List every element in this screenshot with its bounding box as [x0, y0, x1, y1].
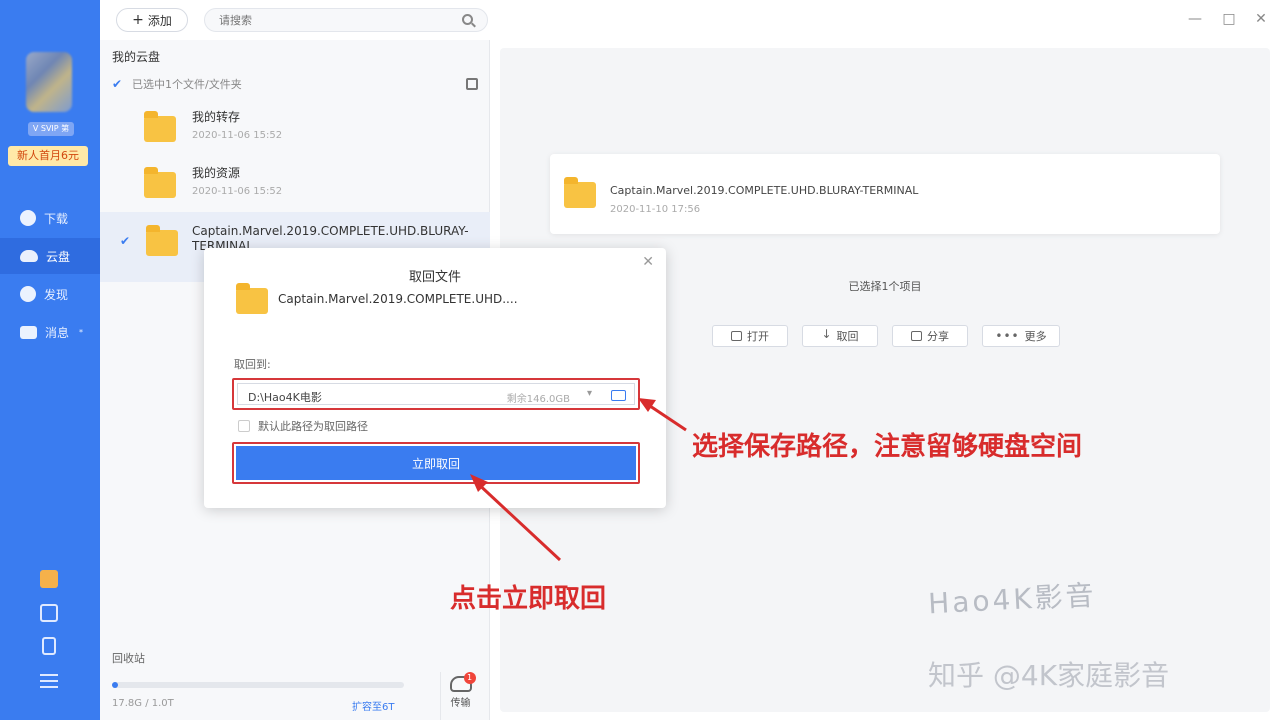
- detail-card: Captain.Marvel.2019.COMPLETE.UHD.BLURAY-…: [550, 154, 1220, 234]
- phone-icon[interactable]: [42, 637, 56, 655]
- add-button-label: 添加: [147, 13, 172, 28]
- folder-icon: [144, 111, 176, 142]
- zhihu-watermark: 知乎 @4K家庭影音: [928, 659, 1170, 692]
- menu-icon[interactable]: [40, 674, 58, 688]
- app-sidebar: V SVIP 第 新人首月6元 下载 云盘 发现 消息 *: [0, 0, 100, 720]
- nav-cloud[interactable]: 云盘: [0, 238, 100, 274]
- file-date: 2020-11-06 15:52: [192, 130, 283, 141]
- cloud-transfer-icon: 1: [449, 672, 476, 692]
- nav-discover-label: 发现: [44, 287, 69, 302]
- click-hint-annotation: 点击立即取回: [450, 584, 607, 614]
- box-icon[interactable]: [40, 604, 58, 622]
- folder-open-icon: [731, 331, 742, 341]
- default-path-option[interactable]: 默认此路径为取回路径: [238, 418, 368, 434]
- folder-icon: [146, 225, 178, 256]
- transfer-button[interactable]: 1 传输: [440, 672, 480, 720]
- search-input[interactable]: [219, 9, 449, 32]
- nav-cloud-label: 云盘: [46, 249, 71, 264]
- avatar[interactable]: [26, 52, 72, 112]
- file-name: 我的资源: [192, 166, 241, 180]
- more-button[interactable]: ••• 更多: [982, 325, 1060, 347]
- vip-badge[interactable]: V SVIP 第: [28, 122, 74, 136]
- more-label: 更多: [1024, 330, 1047, 343]
- top-bar: + 添加 — □ ✕: [100, 0, 1280, 40]
- file-row[interactable]: 我的转存 2020-11-06 15:52: [100, 98, 490, 156]
- folder-icon: [236, 283, 268, 314]
- retrieve-button[interactable]: 取回: [802, 325, 878, 347]
- recycle-bin[interactable]: 回收站: [112, 650, 145, 666]
- nav-message-label: 消息: [45, 325, 70, 340]
- selection-row: ✔ 已选中1个文件/文件夹: [112, 74, 478, 94]
- row-check-icon[interactable]: ✔: [120, 234, 130, 248]
- quota-text: 17.8G / 1.0T: [112, 698, 174, 709]
- browse-folder-icon[interactable]: [611, 390, 626, 401]
- save-to-label: 取回到:: [234, 358, 271, 371]
- open-button[interactable]: 打开: [712, 325, 788, 347]
- dialog-close-icon[interactable]: ✕: [642, 254, 654, 270]
- path-highlight: D:\Hao4K电影 剩余146.0GB ▾: [232, 378, 640, 410]
- search-box[interactable]: [204, 8, 488, 32]
- share-label: 分享: [927, 330, 949, 343]
- close-button[interactable]: ✕: [1252, 10, 1270, 28]
- retrieve-dialog: 取回文件 ✕ Captain.Marvel.2019.COMPLETE.UHD.…: [204, 248, 666, 508]
- download-arrow-icon: [822, 327, 832, 341]
- quota-fill: [112, 682, 118, 688]
- discover-icon: [20, 286, 36, 302]
- share-icon: [911, 331, 922, 341]
- free-space: 剩余146.0GB: [506, 394, 570, 405]
- nav-message[interactable]: 消息 *: [0, 314, 100, 350]
- nav-download-label: 下载: [44, 211, 69, 226]
- transfer-badge: 1: [463, 672, 476, 684]
- grid-view-icon[interactable]: [466, 78, 478, 90]
- panel-title: 我的云盘: [112, 50, 161, 64]
- transfer-label: 传输: [450, 698, 471, 709]
- open-label: 打开: [747, 330, 769, 343]
- confirm-highlight: 立即取回: [232, 442, 640, 484]
- chevron-down-icon[interactable]: ▾: [587, 388, 592, 399]
- share-button[interactable]: 分享: [892, 325, 968, 347]
- selection-text: 已选中1个文件/文件夹: [132, 78, 242, 91]
- path-hint-annotation: 选择保存路径，注意留够硬盘空间: [692, 432, 1083, 462]
- file-row[interactable]: 我的资源 2020-11-06 15:52: [100, 154, 490, 212]
- detail-file-date: 2020-11-10 17:56: [610, 204, 701, 215]
- download-icon: [20, 210, 36, 226]
- minimize-button[interactable]: —: [1186, 10, 1204, 28]
- gift-icon[interactable]: [40, 570, 58, 588]
- add-button[interactable]: + 添加: [116, 8, 188, 32]
- plus-icon: +: [132, 12, 144, 28]
- folder-icon: [144, 167, 176, 198]
- path-value: D:\Hao4K电影: [248, 391, 322, 404]
- message-icon: [20, 325, 37, 339]
- save-path-select[interactable]: D:\Hao4K电影 剩余146.0GB ▾: [237, 383, 635, 405]
- folder-icon: [564, 177, 596, 208]
- message-badge: *: [79, 327, 84, 337]
- retrieve-label: 取回: [836, 330, 859, 343]
- retrieve-now-button[interactable]: 立即取回: [236, 446, 636, 480]
- maximize-button[interactable]: □: [1220, 10, 1238, 28]
- search-icon[interactable]: [462, 14, 473, 25]
- nav-discover[interactable]: 发现: [0, 276, 100, 312]
- quota-bar: [112, 682, 404, 688]
- default-path-label: 默认此路径为取回路径: [258, 420, 368, 433]
- check-icon[interactable]: ✔: [112, 78, 124, 90]
- detail-file-name: Captain.Marvel.2019.COMPLETE.UHD.BLURAY-…: [610, 184, 919, 197]
- promo-badge[interactable]: 新人首月6元: [8, 146, 88, 166]
- expand-link[interactable]: 扩容至6T: [352, 698, 394, 713]
- file-name: 我的转存: [192, 110, 241, 124]
- nav-download[interactable]: 下载: [0, 200, 100, 236]
- file-date: 2020-11-06 15:52: [192, 186, 283, 197]
- dialog-file-name: Captain.Marvel.2019.COMPLETE.UHD....: [278, 292, 518, 306]
- more-dots-icon: •••: [995, 329, 1020, 343]
- cloud-icon: [20, 250, 38, 262]
- default-path-checkbox[interactable]: [238, 420, 250, 432]
- dialog-title: 取回文件: [408, 270, 461, 285]
